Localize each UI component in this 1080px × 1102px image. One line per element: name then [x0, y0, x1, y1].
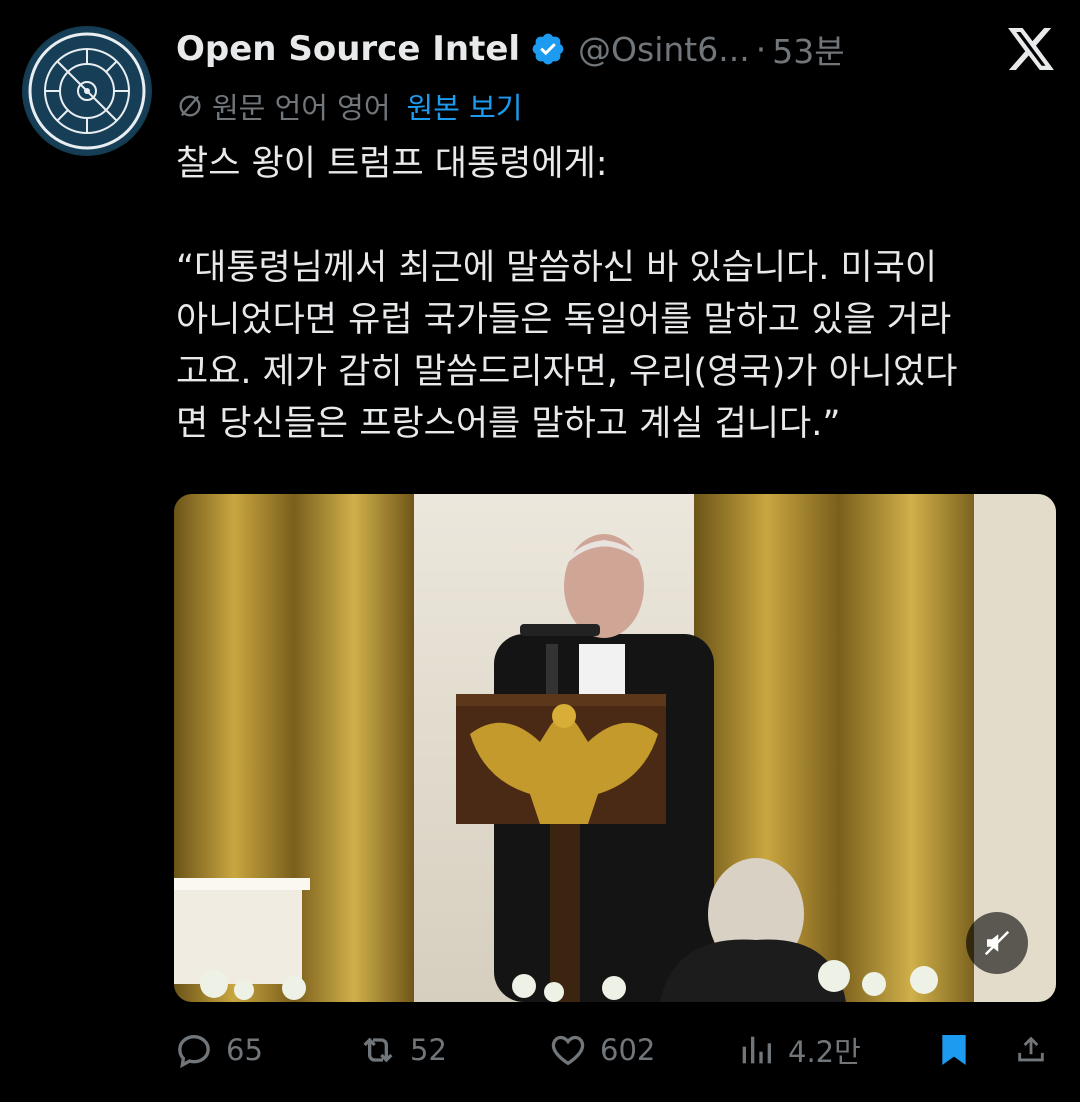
- bookmark-button[interactable]: [934, 1030, 1014, 1070]
- translation-bar: 원문 언어 영어 원본 보기: [176, 84, 522, 128]
- tweet-header: Open Source Intel @Osint6... · 53분: [176, 24, 1060, 74]
- reply-icon: [178, 1034, 210, 1069]
- reply-count: 65: [226, 1033, 263, 1067]
- repost-button[interactable]: 52: [358, 1030, 548, 1070]
- video-frame: [174, 494, 1056, 1002]
- repost-icon: [363, 1037, 393, 1063]
- view-count: 4.2만: [788, 1035, 861, 1069]
- timestamp[interactable]: 53분: [772, 25, 844, 73]
- osint-logo: [24, 28, 150, 154]
- like-icon: [551, 1035, 585, 1066]
- avatar[interactable]: [22, 26, 152, 156]
- tweet-video[interactable]: [174, 494, 1056, 1002]
- mute-icon: [984, 930, 1010, 956]
- views-button[interactable]: 4.2만: [736, 1029, 934, 1071]
- user-handle[interactable]: @Osint6...: [578, 30, 750, 69]
- share-icon: [1018, 1036, 1044, 1062]
- display-name[interactable]: Open Source Intel: [176, 29, 520, 69]
- like-button[interactable]: 602: [548, 1030, 736, 1070]
- show-original-link[interactable]: 원본 보기: [407, 85, 523, 127]
- translation-note: 원문 언어 영어: [212, 91, 391, 125]
- tweet-text: 찰스 왕이 트럼프 대통령에게: “대통령님께서 최근에 말씀하신 바 있습니다…: [176, 144, 958, 444]
- share-button[interactable]: [1014, 1030, 1060, 1070]
- verified-badge-icon: [532, 33, 564, 65]
- repost-count: 52: [410, 1033, 447, 1067]
- reply-button[interactable]: 65: [174, 1030, 358, 1070]
- translate-icon: [179, 95, 201, 117]
- views-icon: [742, 1036, 771, 1064]
- x-logo-icon: [1008, 28, 1054, 70]
- bookmark-icon: [942, 1035, 966, 1065]
- action-bar: 65 52 602 4.2만: [174, 1022, 1060, 1078]
- separator-dot: ·: [755, 29, 767, 69]
- like-count: 602: [600, 1033, 656, 1067]
- mute-button[interactable]: [966, 912, 1028, 974]
